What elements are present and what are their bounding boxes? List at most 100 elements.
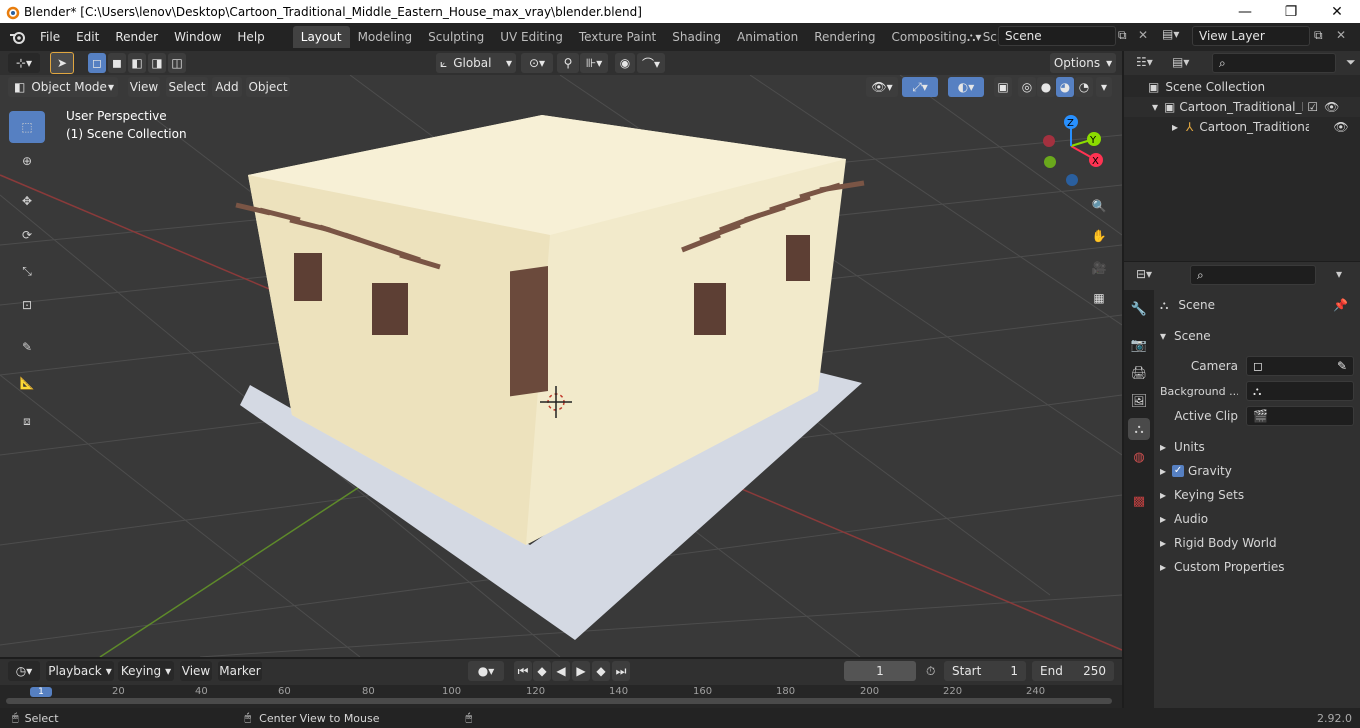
timeline-scrollbar[interactable] — [6, 698, 1112, 704]
playback-menu[interactable]: Playback ▾ — [46, 661, 114, 681]
overlay-toggle-icon[interactable]: ◐▾ — [948, 77, 984, 97]
zoom-icon[interactable]: 🔍 — [1086, 193, 1112, 219]
view-layer-field[interactable]: View Layer — [1192, 26, 1310, 46]
pivot-point-icon[interactable]: ⊙▾ — [521, 53, 553, 73]
mode-intersect-icon[interactable]: ◫ — [168, 53, 186, 73]
proportional-falloff-icon[interactable]: ⌒▾ — [637, 53, 665, 73]
maximize-button[interactable]: ❐ — [1268, 0, 1314, 23]
output-tab-icon[interactable]: 🖨 — [1128, 362, 1150, 384]
properties-editor-type-icon[interactable]: ⊟▾ — [1136, 267, 1152, 281]
tab-modeling[interactable]: Modeling — [350, 26, 421, 48]
tab-animation[interactable]: Animation — [729, 26, 806, 48]
view-layer-selector-icon[interactable]: ▤▾ — [1162, 27, 1190, 41]
scale-tool-icon[interactable]: ⤡ — [9, 255, 45, 287]
outliner-search-input[interactable]: ⌕ — [1212, 53, 1336, 73]
navigation-gizmo[interactable]: X Y Z — [1036, 111, 1116, 191]
material-shading-icon[interactable]: ◕ — [1056, 77, 1074, 97]
tool-tab-icon[interactable]: 🔧 — [1128, 298, 1150, 320]
eye-icon[interactable]: 👁 — [1333, 120, 1348, 134]
mode-set-icon[interactable]: ◻ — [88, 53, 106, 73]
timeline-editor-type-icon[interactable]: ◷▾ — [8, 661, 40, 681]
tab-layout[interactable]: Layout — [292, 26, 350, 48]
pin-icon[interactable]: 📌 — [1333, 298, 1348, 312]
cursor-tool-icon[interactable]: ⊕ — [9, 145, 45, 177]
jump-keyframe-back-icon[interactable]: ◆ — [533, 661, 551, 681]
close-window-button[interactable]: ✕ — [1314, 0, 1360, 23]
outliner-editor-type-icon[interactable]: ☷▾ — [1136, 55, 1153, 69]
new-view-layer-icon[interactable]: ⧉ — [1314, 28, 1330, 43]
select-box-tool-icon[interactable]: ➤ — [50, 52, 74, 74]
gizmo-toggle-icon[interactable]: ⤢▾ — [902, 77, 938, 97]
properties-search-input[interactable]: ⌕ — [1190, 265, 1316, 285]
rendered-shading-icon[interactable]: ◔ — [1075, 77, 1093, 97]
checkbox-checked-icon[interactable]: ☑ — [1307, 100, 1318, 114]
menu-edit[interactable]: Edit — [68, 30, 107, 44]
scene-tab-icon[interactable]: ⛬ — [1128, 418, 1150, 440]
solid-shading-icon[interactable]: ● — [1037, 77, 1055, 97]
viewport-menu-view[interactable]: View — [128, 77, 160, 97]
ortho-toggle-icon[interactable]: ▦ — [1086, 285, 1112, 311]
jump-end-icon[interactable]: ⏭ — [612, 661, 630, 681]
editor-type-icon[interactable]: ⊹▾ — [8, 53, 40, 73]
wireframe-shading-icon[interactable]: ◎ — [1018, 77, 1036, 97]
timeline-menu-view[interactable]: View — [180, 661, 212, 681]
proportional-edit-icon[interactable]: ◉ — [615, 53, 635, 73]
keying-sets-panel[interactable]: ▸ Keying Sets — [1160, 484, 1356, 506]
tab-texture-paint[interactable]: Texture Paint — [571, 26, 664, 48]
active-clip-field[interactable]: 🎬 — [1246, 406, 1354, 426]
timeline-menu-marker[interactable]: Marker — [218, 661, 262, 681]
eye-icon[interactable]: 👁 — [1324, 100, 1339, 114]
rotate-tool-icon[interactable]: ⟳ — [9, 219, 45, 251]
view-layer-tab-icon[interactable]: 🖼 — [1128, 390, 1150, 412]
tab-rendering[interactable]: Rendering — [806, 26, 883, 48]
tab-uv-editing[interactable]: UV Editing — [492, 26, 571, 48]
pan-hand-icon[interactable]: ✋ — [1086, 223, 1112, 249]
tab-shading[interactable]: Shading — [664, 26, 729, 48]
scene-panel-header[interactable]: ▾ Scene — [1160, 325, 1356, 347]
mode-extend-icon[interactable]: ◼ — [108, 53, 126, 73]
delete-scene-icon[interactable]: ✕ — [1138, 28, 1152, 42]
xray-toggle-icon[interactable]: ▣ — [994, 77, 1012, 97]
play-icon[interactable]: ▶ — [572, 661, 590, 681]
chevron-down-icon[interactable]: ▾ — [1336, 267, 1342, 281]
snap-element-icon[interactable]: ⊪▾ — [580, 53, 608, 73]
start-frame-field[interactable]: Start 1 — [944, 661, 1026, 681]
transform-orientation-dropdown[interactable]: ⟀ Global ▾ — [436, 53, 516, 73]
viewport-menu-object[interactable]: Object — [246, 77, 290, 97]
new-scene-icon[interactable]: ⧉ — [1118, 28, 1134, 43]
display-mode-icon[interactable]: ▤▾ — [1172, 55, 1189, 69]
shading-options-icon[interactable]: ▾ — [1096, 77, 1112, 97]
eyedropper-icon[interactable]: ✎ — [1337, 359, 1347, 373]
jump-keyframe-forward-icon[interactable]: ◆ — [592, 661, 610, 681]
camera-view-icon[interactable]: 🎥 — [1086, 255, 1112, 281]
render-tab-icon[interactable]: 📷 — [1128, 334, 1150, 356]
add-cube-tool-icon[interactable]: ⧈ — [9, 405, 45, 437]
playhead[interactable]: 1 — [30, 687, 52, 697]
snap-toggle-icon[interactable]: ⚲ — [557, 53, 579, 73]
camera-field[interactable]: ◻ ✎ — [1246, 356, 1354, 376]
stopwatch-icon[interactable]: ⏱ — [926, 664, 935, 679]
outliner-row-collection[interactable]: ▾ ▣Cartoon_Traditional_Midd ☑ 👁 — [1124, 97, 1360, 117]
current-frame-field[interactable]: 1 — [844, 661, 916, 681]
outliner-row-object[interactable]: ▸ ⅄ Cartoon_Traditional_ 👁 — [1124, 117, 1360, 137]
menu-file[interactable]: File — [32, 30, 68, 44]
end-frame-field[interactable]: End 250 — [1032, 661, 1114, 681]
mode-subtract-icon[interactable]: ◧ — [128, 53, 146, 73]
minimize-button[interactable]: — — [1222, 0, 1268, 23]
keying-menu[interactable]: Keying ▾ — [118, 661, 174, 681]
units-panel[interactable]: ▸ Units — [1160, 436, 1356, 458]
move-tool-icon[interactable]: ✥ — [9, 185, 45, 217]
filter-icon[interactable]: ⏷ — [1346, 55, 1356, 70]
delete-view-layer-icon[interactable]: ✕ — [1336, 28, 1350, 42]
blender-menu-icon[interactable] — [8, 29, 28, 45]
mode-dropdown[interactable]: ◧ Object Mode ▾ — [8, 77, 118, 97]
tab-sculpting[interactable]: Sculpting — [420, 26, 492, 48]
gravity-panel[interactable]: ▸ ✓ Gravity — [1160, 460, 1356, 482]
tab-compositing[interactable]: Compositing — [883, 26, 974, 48]
audio-panel[interactable]: ▸ Audio — [1160, 508, 1356, 530]
scene-selector-icon[interactable]: ⛬▾ — [967, 27, 995, 47]
gravity-checkbox[interactable]: ✓ — [1172, 465, 1185, 477]
play-reverse-icon[interactable]: ◀ — [552, 661, 570, 681]
custom-properties-panel[interactable]: ▸ Custom Properties — [1160, 556, 1356, 578]
transform-tool-icon[interactable]: ⊡ — [9, 289, 45, 321]
